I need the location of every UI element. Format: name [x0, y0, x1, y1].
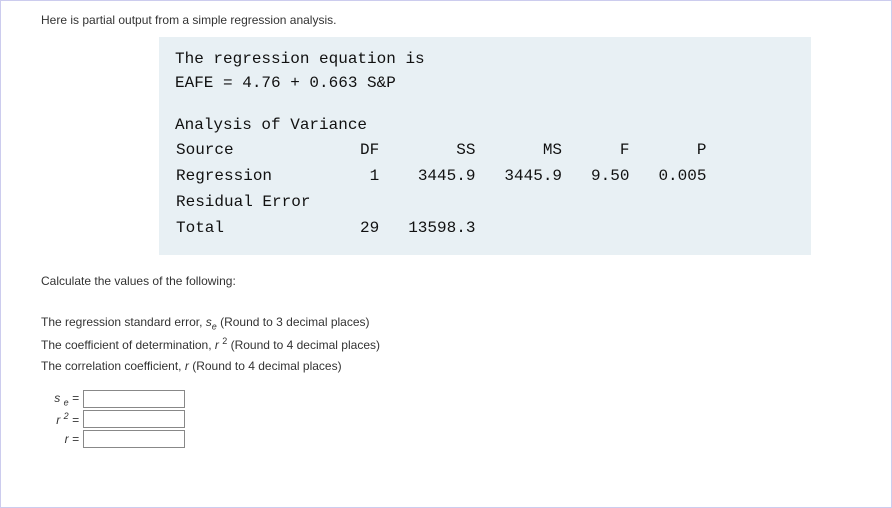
cell-ms: 3445.9: [503, 163, 590, 189]
regression-output-block: The regression equation is EAFE = 4.76 +…: [159, 37, 811, 255]
eq-line-1: The regression equation is: [175, 47, 795, 71]
se-label: s e =: [41, 391, 83, 407]
cell-df: [359, 189, 407, 215]
cell-ss: 3445.9: [407, 163, 503, 189]
anova-title: Analysis of Variance: [175, 113, 795, 137]
r2-label: r 2 =: [41, 411, 83, 427]
cell-ss: [407, 189, 503, 215]
table-row: Source DF SS MS F P: [175, 137, 734, 163]
input-row-se: s e =: [41, 390, 851, 408]
table-row: Total 29 13598.3: [175, 215, 734, 241]
col-f: F: [590, 137, 657, 163]
col-ss: SS: [407, 137, 503, 163]
col-source: Source: [175, 137, 359, 163]
col-ms: MS: [503, 137, 590, 163]
question-line-se: The regression standard error, se (Round…: [41, 312, 851, 335]
col-df: DF: [359, 137, 407, 163]
cell-ss: 13598.3: [407, 215, 503, 241]
cell-ms: [503, 215, 590, 241]
cell-p: [657, 215, 734, 241]
questions-block: Calculate the values of the following: T…: [41, 271, 851, 376]
cell-label: Residual Error: [175, 189, 359, 215]
r-label: r =: [41, 432, 83, 446]
cell-f: 9.50: [590, 163, 657, 189]
answer-inputs: s e = r 2 = r =: [41, 390, 851, 448]
eq-line-2: EAFE = 4.76 + 0.663 S&P: [175, 71, 795, 95]
cell-p: 0.005: [657, 163, 734, 189]
cell-f: [590, 189, 657, 215]
table-row: Residual Error: [175, 189, 734, 215]
table-row: Regression 1 3445.9 3445.9 9.50 0.005: [175, 163, 734, 189]
input-row-r2: r 2 =: [41, 410, 851, 428]
input-row-r: r =: [41, 430, 851, 448]
question-container: Here is partial output from a simple reg…: [0, 0, 892, 508]
regression-equation: The regression equation is EAFE = 4.76 +…: [175, 47, 795, 95]
cell-df: 29: [359, 215, 407, 241]
cell-f: [590, 215, 657, 241]
r2-input[interactable]: [83, 410, 185, 428]
cell-df: 1: [359, 163, 407, 189]
cell-ms: [503, 189, 590, 215]
intro-text: Here is partial output from a simple reg…: [41, 13, 851, 27]
cell-label: Regression: [175, 163, 359, 189]
anova-table: Source DF SS MS F P Regression 1 3445.9 …: [175, 137, 734, 241]
question-line-r2: The coefficient of determination, r 2 (R…: [41, 334, 851, 355]
cell-p: [657, 189, 734, 215]
calc-intro: Calculate the values of the following:: [41, 271, 851, 291]
r-input[interactable]: [83, 430, 185, 448]
se-input[interactable]: [83, 390, 185, 408]
cell-label: Total: [175, 215, 359, 241]
col-p: P: [657, 137, 734, 163]
question-line-r: The correlation coefficient, r (Round to…: [41, 356, 851, 376]
